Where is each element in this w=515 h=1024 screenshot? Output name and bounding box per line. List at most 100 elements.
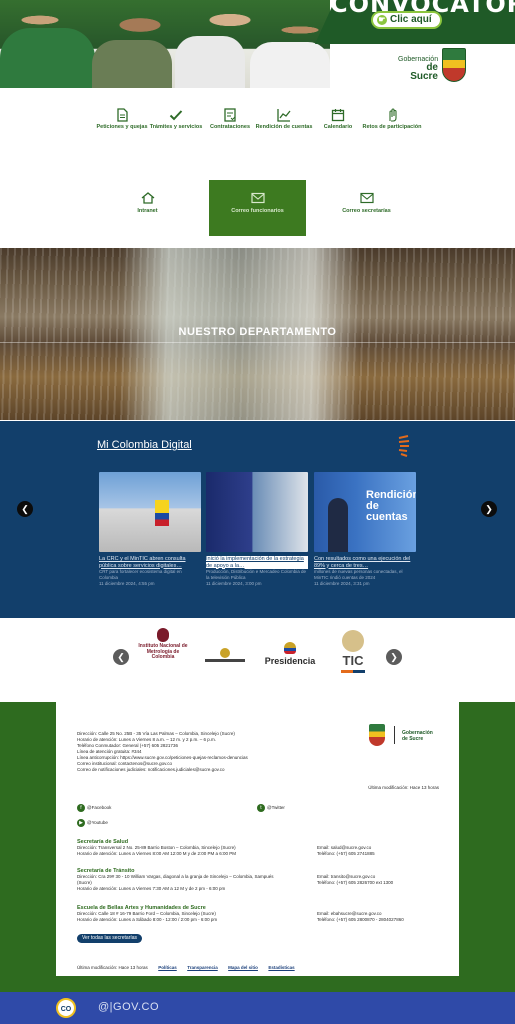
logos-next-button[interactable]: ❯ [386, 649, 402, 665]
mail-icon [250, 192, 265, 204]
email-tiles: Intranet Correo funcionarios Correo secr… [0, 180, 515, 238]
section-address: Dirección: Cra 29# 30 - 10 William Varga… [77, 874, 274, 885]
facebook-icon: f [77, 804, 85, 812]
tile-correo-funcionarios[interactable]: Correo funcionarios [209, 180, 306, 236]
logo-text: Instituto Nacional de Metrología de Colo… [138, 643, 188, 660]
news-image-overlay-text: Rendición de cuentas [366, 489, 416, 523]
tile-label: Correo funcionarios [231, 208, 284, 214]
cta-button[interactable]: ☛ Clic aquí [371, 11, 442, 29]
tile-correo-secretarias[interactable]: Correo secretarías [318, 180, 415, 236]
news-title[interactable]: Con resultados como una ejecución del 89… [314, 556, 416, 569]
quick-link-label: Retos de participación [362, 124, 422, 130]
twitter-link[interactable]: t @Twitter [257, 804, 285, 812]
footer-section-bellas-artes: Escuela de Bellas Artes y Humanidades de… [77, 905, 437, 923]
quick-link-label: Rendición de cuentas [255, 124, 313, 130]
news-image: Rendición de cuentas [314, 472, 416, 552]
logos-prev-button[interactable]: ❮ [113, 649, 129, 665]
news-date: 11 diciembre 2024, 3:31 pm [314, 581, 370, 586]
footer-bottom-links: Última modificación: Hace 13 horas Polít… [77, 956, 295, 974]
quick-link-label: Trámites y servicios [149, 124, 203, 130]
checklist-icon [224, 108, 236, 122]
carousel-next-button[interactable]: ❯ [481, 501, 497, 517]
logo-presidencia[interactable]: Presidencia [262, 642, 318, 666]
footer-line[interactable]: Correo de notificaciones judiciales: not… [77, 767, 337, 773]
all-secretarias-button[interactable]: Ver todas las secretarías [77, 934, 143, 943]
news-meta: CRT para fortalecer ecosistema digital e… [99, 569, 182, 580]
section-phone: Teléfono: (+57) 605 2800870 - 2804027860 [317, 917, 404, 922]
news-image [206, 472, 308, 552]
gobernacion-logo-text: Gobernación de Sucre [398, 56, 438, 82]
news-title[interactable]: Inició la implementación de la estrategi… [206, 556, 308, 569]
news-card[interactable]: La CRC y el MinTIC abren consulta públic… [99, 472, 201, 587]
footer-section-transito: Secretaría de Tránsito Dirección: Cra 29… [77, 868, 437, 892]
footer-panel: Dirección: Calle 25 No. 25B - 35 Vía Las… [56, 702, 459, 976]
section-hours: Horario de atención: Lunes a Viernes 7:3… [77, 886, 226, 891]
logo-government[interactable] [203, 648, 247, 662]
logo-tic[interactable]: TIC [336, 630, 370, 673]
speaker-figure [328, 498, 348, 552]
link-estadisticas[interactable]: Estadísticas [268, 965, 294, 970]
home-icon [141, 192, 154, 204]
link-politicas[interactable]: Políticas [158, 965, 177, 970]
mi-colombia-logo-icon [398, 435, 410, 457]
twitter-label: @Twitter [267, 805, 285, 811]
logo-inm[interactable]: Instituto Nacional de Metrología de Colo… [136, 628, 190, 661]
youtube-link[interactable]: ▶ @Youtube [77, 819, 108, 827]
footer-bottom-text: Última modificación: Hace 13 horas [77, 965, 148, 970]
mi-colombia-heading[interactable]: Mi Colombia Digital [97, 439, 192, 451]
link-mapa-sitio[interactable]: Mapa del sitio [228, 965, 258, 970]
hero-person [92, 40, 172, 88]
flag-shape [155, 500, 169, 526]
quick-link-calendario[interactable]: Calendario [308, 108, 368, 131]
footer-logo-divider [394, 726, 395, 744]
facebook-link[interactable]: f @Facebook [77, 804, 111, 812]
quick-link-contrataciones[interactable]: Contrataciones [200, 108, 260, 131]
quick-link-tramites[interactable]: Trámites y servicios [146, 108, 206, 131]
logo-text: Presidencia [264, 656, 316, 666]
divider [0, 342, 515, 343]
quick-links: Peticiones y quejas Trámites y servicios… [92, 108, 422, 148]
news-meta: Producción, Distribución e Mercadeo Colo… [206, 569, 307, 580]
presidencia-shield-icon [284, 642, 296, 654]
document-icon [117, 108, 128, 122]
news-date: 11 diciembre 2024, 3:00 pm [206, 581, 262, 586]
check-icon [169, 110, 183, 121]
quick-link-label: Contrataciones [209, 124, 251, 130]
footer: Dirección: Calle 25 No. 25B - 35 Vía Las… [0, 702, 515, 992]
hero-banner[interactable]: CONVOCATORIAS ☛ Clic aquí Gobernación de… [0, 0, 515, 88]
quick-link-rendicion[interactable]: Rendición de cuentas [254, 108, 314, 131]
news-card[interactable]: Rendición de cuentas Con resultados como… [314, 472, 416, 587]
news-date: 11 diciembre 2024, 4:55 pm [99, 581, 155, 586]
quick-link-peticiones[interactable]: Peticiones y quejas [92, 108, 152, 131]
news-title[interactable]: La CRC y el MinTIC abren consulta públic… [99, 556, 201, 569]
section-phone: Teléfono: (+57) 605 2826700 ext 1300 [317, 880, 394, 885]
department-section[interactable]: NUESTRO DEPARTAMENTO [0, 248, 515, 420]
logo-text-bar [205, 659, 245, 662]
govco-label[interactable]: @|GOV.CO [98, 1001, 159, 1013]
hero-person [0, 28, 95, 88]
gob-line-2: de Sucre [410, 62, 438, 82]
section-phone: Teléfono: (+57) 605 2741885 [317, 851, 375, 856]
last-updated: Última modificación: Hace 13 horas [368, 785, 439, 790]
news-image [99, 472, 201, 552]
quick-link-label: Calendario [323, 124, 353, 130]
hand-icon [389, 108, 397, 122]
govco-bar: CO @|GOV.CO [0, 992, 515, 1024]
mi-colombia-digital-section: Mi Colombia Digital ❮ ❯ La CRC y el MinT… [0, 421, 515, 618]
cta-label: Clic aquí [390, 14, 432, 25]
tile-label: Correo secretarías [342, 208, 391, 214]
co-logo[interactable]: CO [56, 998, 76, 1018]
tile-intranet[interactable]: Intranet [99, 180, 196, 236]
link-transparencia[interactable]: Transparencia [187, 965, 218, 970]
hero-person [175, 36, 245, 88]
chart-icon [277, 109, 291, 122]
section-hours: Horario de atención: Lunes a Sábado 8:00… [77, 917, 218, 922]
quick-link-label: Peticiones y quejas [96, 124, 148, 130]
hero-person [250, 42, 330, 88]
carousel-prev-button[interactable]: ❮ [17, 501, 33, 517]
footer-shield-icon [369, 724, 385, 746]
quick-link-retos[interactable]: Retos de participación [362, 108, 422, 131]
footer-gob-text: Gobernación de Sucre [402, 730, 433, 742]
news-card[interactable]: Inició la implementación de la estrategi… [206, 472, 308, 587]
section-hours: Horario de atención: Lunes a Viernes 8:0… [77, 851, 237, 856]
